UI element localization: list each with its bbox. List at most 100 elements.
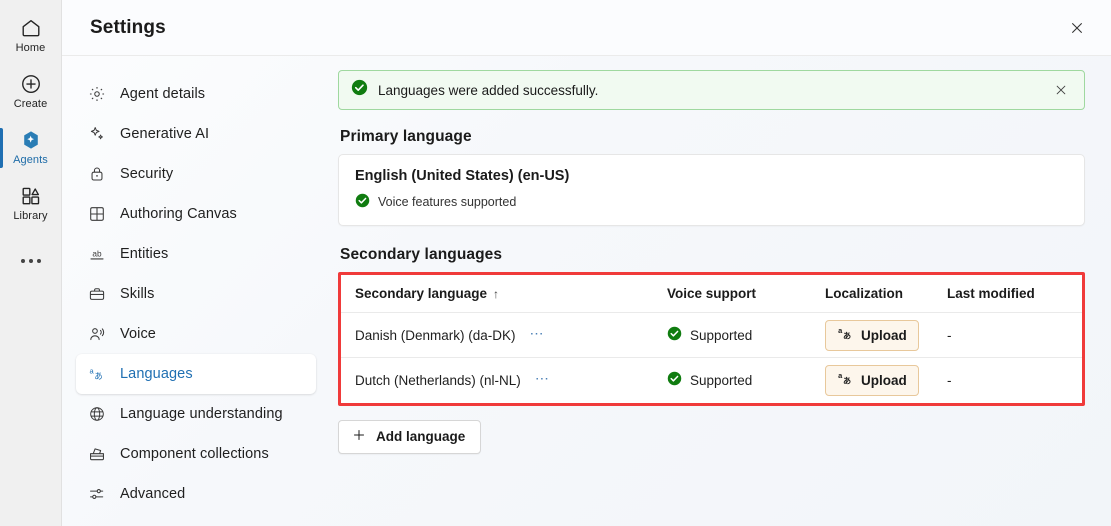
sidebar-item-authoring-canvas[interactable]: Authoring Canvas bbox=[76, 194, 316, 234]
upload-button-label: Upload bbox=[861, 327, 907, 343]
home-icon bbox=[20, 17, 42, 39]
rail-item-agents[interactable]: Agents bbox=[0, 120, 62, 176]
success-check-icon bbox=[667, 371, 682, 389]
rail-item-library[interactable]: Library bbox=[0, 176, 62, 232]
more-horizontal-icon-dot bbox=[28, 259, 33, 263]
cell-last-modified: - bbox=[933, 358, 1082, 403]
sidebar-item-label: Component collections bbox=[120, 446, 269, 462]
languages-content: Languages were added successfully. Prima… bbox=[330, 56, 1111, 526]
sidebar-item-label: Agent details bbox=[120, 86, 206, 102]
rail-item-library-label: Library bbox=[13, 210, 48, 222]
globe-brain-icon bbox=[88, 405, 106, 423]
column-header-localization[interactable]: Localization bbox=[811, 275, 933, 313]
svg-text:a: a bbox=[838, 326, 843, 335]
cell-last-modified: - bbox=[933, 312, 1082, 358]
settings-panel-header: Settings bbox=[62, 0, 1111, 56]
sidebar-item-security[interactable]: Security bbox=[76, 154, 316, 194]
svg-text:あ: あ bbox=[94, 372, 102, 381]
primary-language-status: Voice features supported bbox=[355, 193, 1068, 211]
plus-circle-icon bbox=[20, 73, 42, 95]
rail-item-home-label: Home bbox=[15, 42, 46, 54]
voice-support-text: Supported bbox=[690, 372, 753, 388]
page-title: Settings bbox=[90, 16, 166, 38]
upload-localization-button[interactable]: a あ Upload bbox=[825, 364, 919, 396]
close-settings-button[interactable] bbox=[1061, 12, 1093, 44]
library-icon bbox=[20, 185, 42, 207]
table-row[interactable]: Danish (Denmark) (da-DK) ⋯ Supported a あ… bbox=[341, 312, 1082, 358]
success-banner: Languages were added successfully. bbox=[338, 70, 1085, 110]
sidebar-item-language-understanding[interactable]: Language understanding bbox=[76, 394, 316, 434]
last-modified-value: - bbox=[947, 327, 952, 343]
app-rail: Home Create Agents Library bbox=[0, 0, 62, 526]
upload-localization-button[interactable]: a あ Upload bbox=[825, 319, 919, 351]
sidebar-item-entities[interactable]: ab Entities bbox=[76, 234, 316, 274]
voice-support-text: Supported bbox=[690, 327, 753, 343]
gear-icon bbox=[88, 85, 106, 103]
sidebar-item-agent-details[interactable]: Agent details bbox=[76, 74, 316, 114]
svg-text:ab: ab bbox=[92, 249, 102, 258]
column-header-last-modified[interactable]: Last modified bbox=[933, 275, 1082, 313]
sidebar-item-voice[interactable]: Voice bbox=[76, 314, 316, 354]
cell-voice-support: Supported bbox=[653, 358, 811, 403]
toolbox-icon bbox=[88, 445, 106, 463]
rail-item-agents-label: Agents bbox=[13, 154, 48, 166]
column-header-label: Localization bbox=[825, 286, 904, 301]
local-language-icon: a あ bbox=[837, 370, 854, 390]
lock-icon bbox=[88, 165, 106, 183]
secondary-languages-heading: Secondary languages bbox=[340, 246, 503, 263]
table-header: Secondary language ↑ Voice support Locali… bbox=[341, 275, 1082, 313]
cell-language: Dutch (Netherlands) (nl-NL) ⋯ bbox=[341, 358, 653, 403]
table-header-row: Secondary language ↑ Voice support Locali… bbox=[341, 275, 1082, 313]
primary-language-heading: Primary language bbox=[340, 128, 472, 145]
rail-overflow-button[interactable] bbox=[0, 238, 62, 284]
table-row[interactable]: Dutch (Netherlands) (nl-NL) ⋯ Supported … bbox=[341, 358, 1082, 403]
close-icon bbox=[1072, 22, 1082, 33]
sparkle-icon bbox=[88, 125, 106, 143]
sidebar-item-label: Authoring Canvas bbox=[120, 206, 237, 222]
primary-language-name: English (United States) (en-US) bbox=[355, 168, 570, 184]
column-header-label: Last modified bbox=[947, 286, 1035, 301]
sidebar-item-label: Skills bbox=[120, 286, 155, 302]
upload-button-label: Upload bbox=[861, 372, 907, 388]
add-language-button[interactable]: Add language bbox=[338, 419, 482, 454]
sidebar-item-label: Entities bbox=[120, 246, 169, 262]
success-check-icon bbox=[355, 193, 370, 211]
dismiss-banner-button[interactable] bbox=[1048, 77, 1074, 103]
last-modified-value: - bbox=[947, 372, 952, 388]
voice-person-icon bbox=[88, 325, 106, 343]
sort-ascending-icon: ↑ bbox=[493, 287, 500, 301]
column-header-secondary-language[interactable]: Secondary language ↑ bbox=[341, 275, 653, 313]
settings-panel-body: Agent details Generative AI Security Aut… bbox=[62, 56, 1111, 526]
row-overflow-button[interactable]: ⋯ bbox=[530, 326, 546, 343]
plus-icon bbox=[351, 427, 367, 446]
sidebar-item-skills[interactable]: Skills bbox=[76, 274, 316, 314]
table-body: Danish (Denmark) (da-DK) ⋯ Supported a あ… bbox=[341, 312, 1082, 403]
cell-localization: a あ Upload bbox=[811, 358, 933, 403]
ab-text-icon: ab bbox=[88, 245, 106, 263]
cell-localization: a あ Upload bbox=[811, 312, 933, 358]
local-language-icon: a あ bbox=[837, 325, 854, 345]
settings-navigation: Agent details Generative AI Security Aut… bbox=[62, 56, 330, 526]
sidebar-item-languages[interactable]: a あ Languages bbox=[76, 354, 316, 394]
close-icon bbox=[1056, 85, 1066, 95]
sidebar-item-component-collections[interactable]: Component collections bbox=[76, 434, 316, 474]
column-header-voice-support[interactable]: Voice support bbox=[653, 275, 811, 313]
primary-language-card: English (United States) (en-US) Voice fe… bbox=[338, 154, 1085, 226]
svg-text:あ: あ bbox=[843, 331, 851, 340]
rail-item-home[interactable]: Home bbox=[0, 8, 62, 64]
sidebar-item-advanced[interactable]: Advanced bbox=[76, 474, 316, 514]
rail-item-create[interactable]: Create bbox=[0, 64, 62, 120]
secondary-languages-table-highlight: Secondary language ↑ Voice support Locali… bbox=[338, 272, 1085, 406]
sidebar-item-label: Voice bbox=[120, 326, 156, 342]
primary-language-status-text: Voice features supported bbox=[378, 195, 517, 209]
sidebar-item-generative-ai[interactable]: Generative AI bbox=[76, 114, 316, 154]
more-horizontal-icon-dot bbox=[36, 259, 41, 263]
sliders-icon bbox=[88, 485, 106, 503]
language-name: Dutch (Netherlands) (nl-NL) bbox=[355, 372, 521, 388]
rail-item-create-label: Create bbox=[13, 98, 48, 110]
sidebar-item-label: Language understanding bbox=[120, 406, 283, 422]
cell-language: Danish (Denmark) (da-DK) ⋯ bbox=[341, 312, 653, 358]
row-overflow-button[interactable]: ⋯ bbox=[535, 371, 551, 388]
secondary-languages-table: Secondary language ↑ Voice support Locali… bbox=[341, 275, 1082, 403]
more-horizontal-icon-dot bbox=[20, 259, 25, 263]
